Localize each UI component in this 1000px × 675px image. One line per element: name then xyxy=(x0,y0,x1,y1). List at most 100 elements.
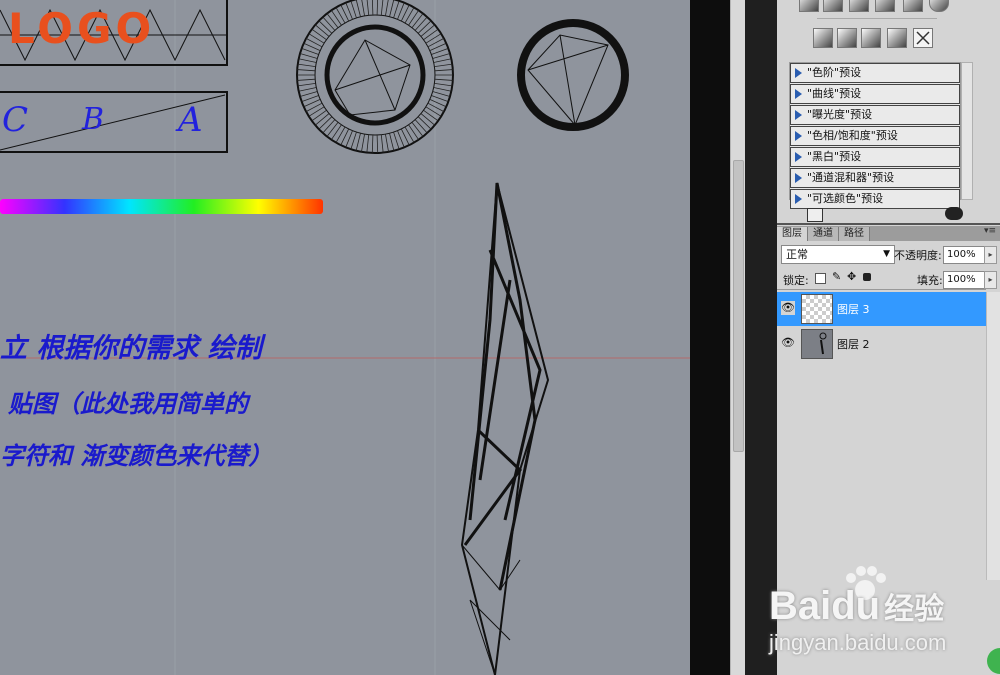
ring-tick xyxy=(314,113,330,126)
blend-mode-select[interactable]: 正常 ▼ xyxy=(781,245,895,264)
opacity-stepper[interactable]: ▸ xyxy=(984,246,997,264)
ring-tick xyxy=(299,53,318,59)
ring-tick xyxy=(355,0,361,17)
preset-item-levels[interactable]: "色阶"预设 xyxy=(790,63,960,83)
channel-mixer-icon[interactable] xyxy=(929,0,949,12)
fill-stepper[interactable]: ▸ xyxy=(984,271,997,289)
ring-tick xyxy=(380,134,384,153)
opacity-label: 不透明度: xyxy=(894,249,942,262)
invert-icon[interactable] xyxy=(813,28,833,48)
ring-tick xyxy=(408,124,419,140)
panel-menu-icon[interactable]: ▾≡ xyxy=(984,226,996,236)
ring-tick xyxy=(335,126,346,143)
letter-b: B xyxy=(82,102,105,137)
wire-ring-small xyxy=(517,19,629,131)
camera-icon[interactable] xyxy=(903,0,923,12)
ring-tick xyxy=(308,33,325,44)
layers-scrollbar[interactable] xyxy=(986,292,1000,580)
logo-text: LOGO xyxy=(8,4,156,53)
annotation-line-1: 立 根据你的需求 绘制 xyxy=(0,333,262,364)
ring-tick xyxy=(366,0,370,16)
ring-tick xyxy=(314,24,330,37)
adjustment-icons-row-2 xyxy=(777,26,1000,50)
ring-tick xyxy=(385,0,389,16)
clip-to-layer-icon[interactable] xyxy=(807,208,823,222)
document-canvas[interactable]: LOGO C B A 立 根据你的需求 绘制 贴图（此处我用简单的 字符和 渐变… xyxy=(0,0,690,675)
ring-tick xyxy=(331,124,342,140)
chevron-down-icon: ▼ xyxy=(883,249,890,259)
vibrance-icon[interactable] xyxy=(875,0,895,12)
ring-tick xyxy=(326,13,339,28)
fill-field[interactable]: 100% xyxy=(943,271,988,289)
threshold-icon[interactable] xyxy=(861,28,881,48)
lock-transparency-icon[interactable] xyxy=(815,273,826,284)
ring-tick xyxy=(380,0,384,16)
ring-tick xyxy=(371,134,374,153)
ring-tick xyxy=(311,28,327,41)
preset-item-curves[interactable]: "曲线"预设 xyxy=(790,84,960,104)
layer-thumbnail xyxy=(801,294,833,324)
letter-a: A xyxy=(178,100,203,140)
ring-tick xyxy=(420,113,436,126)
ring-tick xyxy=(385,134,389,152)
ring-tick xyxy=(331,10,342,26)
ring-tick xyxy=(414,16,428,31)
exposure-icon[interactable] xyxy=(849,0,869,12)
ring-tick xyxy=(301,95,319,103)
ring-tick xyxy=(417,116,432,130)
levels-icon[interactable] xyxy=(799,0,819,12)
lock-brush-icon[interactable]: ✎ xyxy=(832,270,841,283)
view-icon[interactable] xyxy=(945,207,963,220)
ring-tick xyxy=(417,20,432,34)
ring-tick xyxy=(433,87,452,92)
ring-tick xyxy=(371,0,374,16)
document-vertical-scrollbar[interactable] xyxy=(730,0,745,675)
lock-move-icon[interactable]: ✥ xyxy=(847,270,856,283)
presets-scrollbar[interactable] xyxy=(961,62,973,200)
expand-triangle-icon xyxy=(795,110,802,120)
ring-tick xyxy=(322,119,336,134)
layer-name[interactable]: 图层 3 xyxy=(837,301,870,317)
expand-triangle-icon xyxy=(795,194,802,204)
tab-channels[interactable]: 通道 xyxy=(808,227,839,241)
tab-layers[interactable]: 图层 xyxy=(777,227,808,241)
layer-row-2[interactable]: 👁 图层 2 xyxy=(777,327,986,361)
scrollbar-thumb[interactable] xyxy=(733,160,744,452)
preset-item-hue-saturation[interactable]: "色相/饱和度"预设 xyxy=(790,126,960,146)
ring-tick xyxy=(393,0,400,19)
baidu-watermark: Baidu 经验 jingyan.baidu.com xyxy=(769,560,1000,675)
layer-name[interactable]: 图层 2 xyxy=(837,336,870,352)
annotation-line-2: 贴图（此处我用简单的 xyxy=(8,389,248,418)
preset-item-black-white[interactable]: "黑白"预设 xyxy=(790,147,960,167)
preset-item-channel-mixer[interactable]: "通道混和器"预设 xyxy=(790,168,960,188)
panel-dock: "色阶"预设 "曲线"预设 "曝光度"预设 "色相/饱和度"预设 "黑白"预设 … xyxy=(769,0,1000,675)
pasteboard xyxy=(690,0,730,675)
posterize-icon[interactable] xyxy=(837,28,857,48)
ring-tick xyxy=(311,109,327,122)
ring-tick xyxy=(393,131,400,150)
ring-tick xyxy=(434,78,453,81)
lock-all-icon[interactable] xyxy=(863,273,871,281)
watermark-brand: Baidu 经验 xyxy=(769,584,945,628)
eye-icon[interactable]: 👁 xyxy=(781,336,795,350)
ring-tick xyxy=(322,16,336,31)
eye-icon[interactable]: 👁 xyxy=(781,301,795,315)
opacity-field[interactable]: 100% xyxy=(943,246,988,264)
ring-tick xyxy=(361,0,365,16)
ring-tick xyxy=(431,47,449,55)
ring-tick xyxy=(298,87,317,92)
preset-item-exposure[interactable]: "曝光度"预设 xyxy=(790,105,960,125)
ring-tick xyxy=(431,95,449,103)
wire-ring-large xyxy=(296,0,454,154)
curves-icon[interactable] xyxy=(823,0,843,12)
tab-paths[interactable]: 路径 xyxy=(839,227,870,241)
preset-item-selective-color[interactable]: "可选颜色"预设 xyxy=(790,189,960,209)
layers-panel-tabs: 图层 通道 路径 ▾≡ xyxy=(777,226,1000,241)
ring-tick xyxy=(434,63,453,68)
selective-color-icon[interactable] xyxy=(913,28,933,48)
expand-triangle-icon xyxy=(795,89,802,99)
ring-tick xyxy=(404,126,415,143)
layer-row-3[interactable]: 👁 图层 3 xyxy=(777,292,986,326)
ring-tick xyxy=(376,134,379,153)
gradient-map-icon[interactable] xyxy=(887,28,907,48)
